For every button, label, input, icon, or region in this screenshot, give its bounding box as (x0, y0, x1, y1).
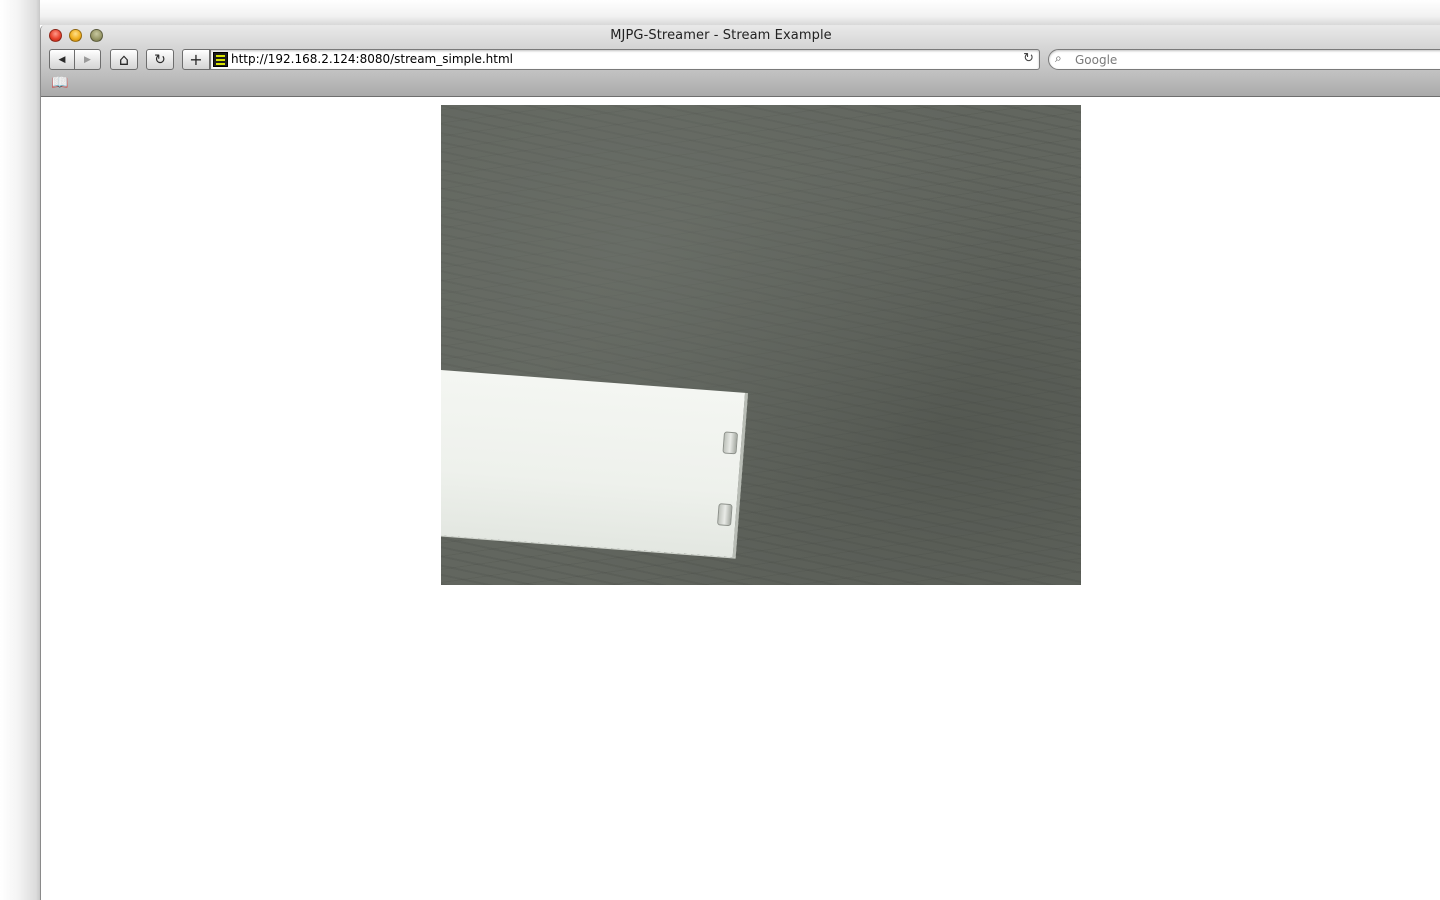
address-reload-icon[interactable]: ↻ (1023, 51, 1034, 66)
stream-object-strip (441, 367, 749, 558)
forward-button[interactable]: ▶ (75, 49, 101, 70)
search-field[interactable]: ⌕ (1048, 49, 1440, 70)
home-icon: ⌂ (118, 50, 130, 69)
desktop-background (0, 0, 40, 900)
stream-object-clip (717, 503, 733, 527)
browser-toolbar: MJPG-Streamer - Stream Example ◀ ▶ ⌂ ↻ +… (41, 25, 1440, 97)
window-title: MJPG-Streamer - Stream Example (610, 28, 832, 43)
reload-button[interactable]: ↻ (146, 49, 174, 70)
mjpg-stream-image (441, 105, 1081, 585)
page-content (41, 97, 1440, 900)
search-input[interactable] (1075, 50, 1440, 69)
forward-arrow-icon: ▶ (84, 54, 91, 65)
favicon-icon (213, 52, 228, 67)
search-icon[interactable]: ⌕ (1055, 51, 1062, 66)
add-bookmark-button[interactable]: + (182, 49, 210, 70)
back-button[interactable]: ◀ (49, 49, 75, 70)
address-bar[interactable]: http://192.168.2.124:8080/stream_simple.… (210, 49, 1040, 70)
add-bookmark-icon: + (189, 50, 203, 69)
browser-window: MJPG-Streamer - Stream Example ◀ ▶ ⌂ ↻ +… (40, 25, 1440, 900)
desktop-background-top (40, 0, 1440, 25)
back-arrow-icon: ◀ (58, 54, 66, 65)
stream-object-clip (722, 431, 739, 455)
bookmarks-icon[interactable]: 📖 (51, 75, 68, 91)
url-text[interactable]: http://192.168.2.124:8080/stream_simple.… (231, 52, 513, 66)
home-button[interactable]: ⌂ (110, 49, 138, 70)
reload-icon: ↻ (154, 51, 166, 68)
